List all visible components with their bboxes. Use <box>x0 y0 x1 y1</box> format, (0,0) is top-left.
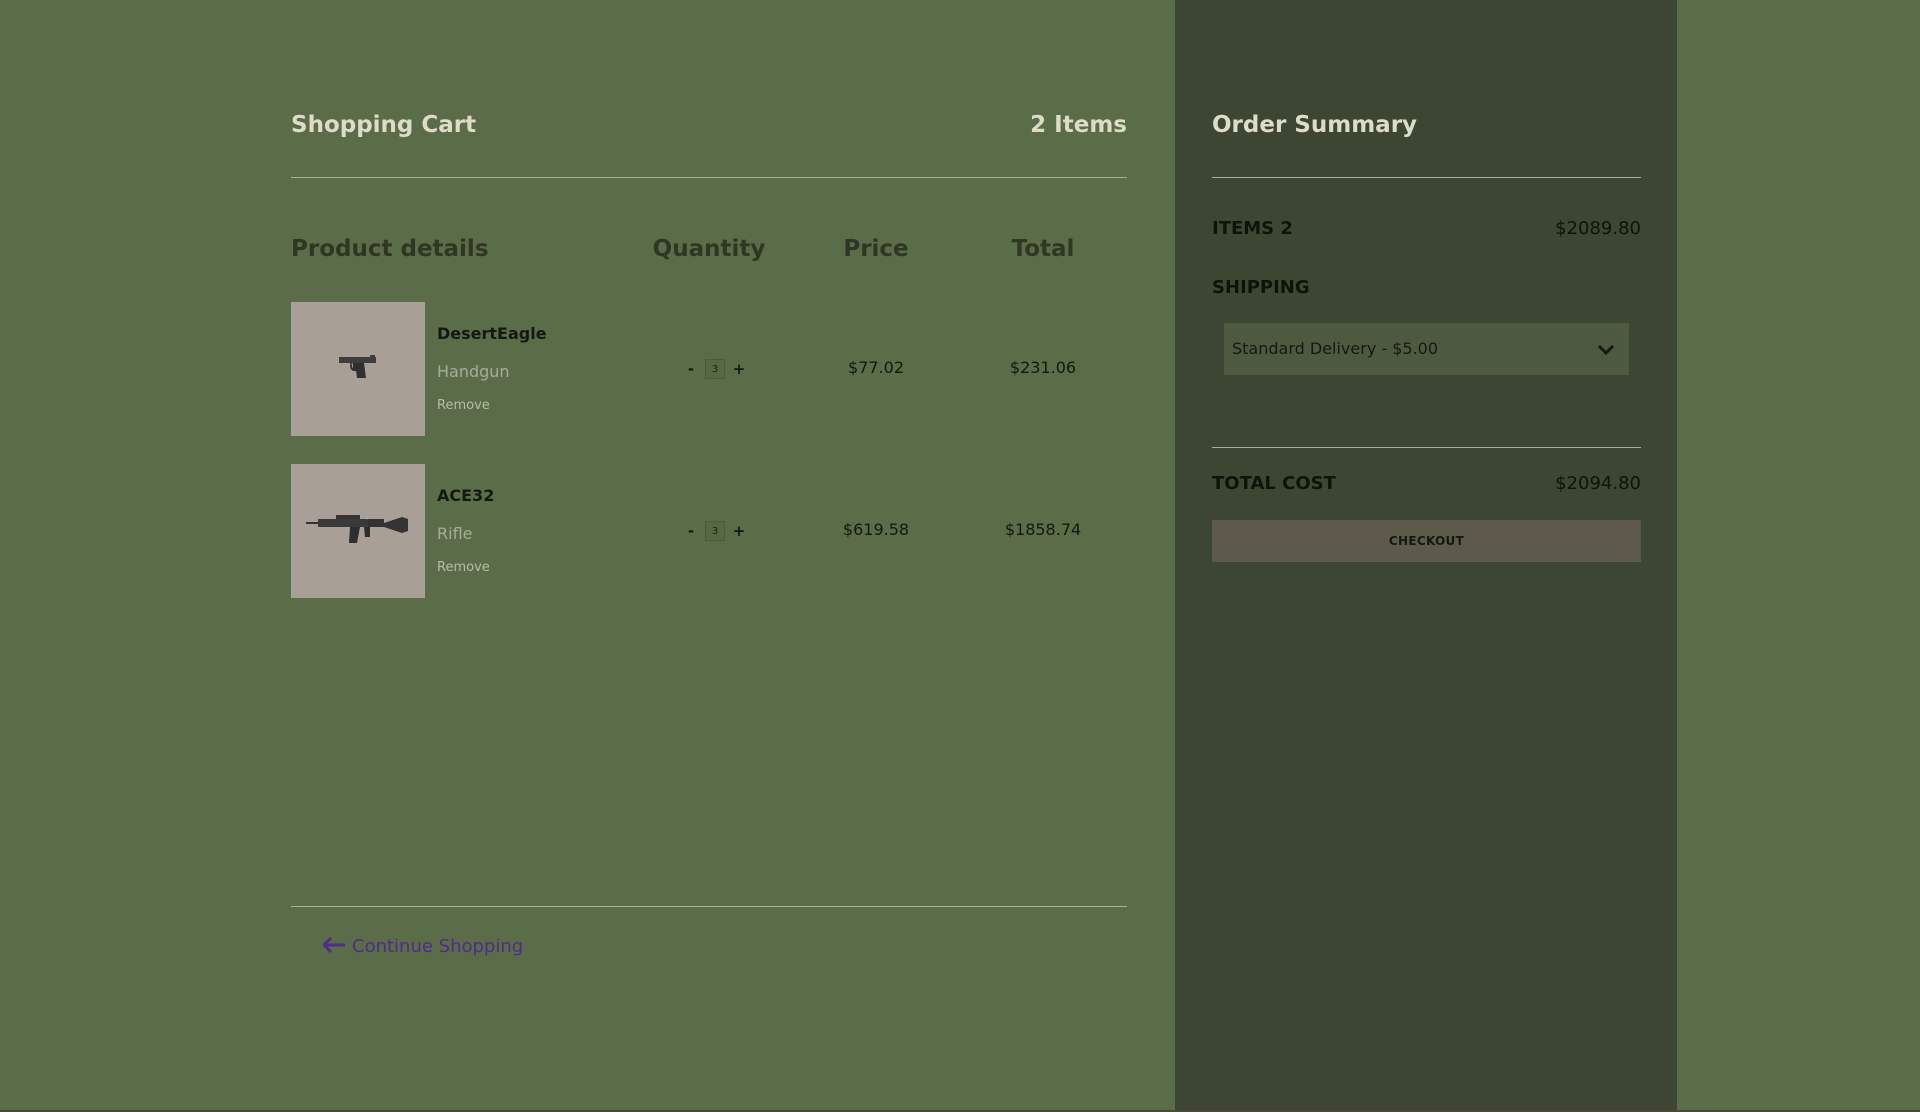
rifle-icon <box>306 509 410 553</box>
handgun-icon <box>336 352 380 386</box>
quantity-stepper: - 3 + <box>680 519 750 543</box>
cart-item-row: ACE32 Rifle Remove - 3 + $619.58 $1858.7… <box>291 464 1127 598</box>
shipping-label: SHIPPING <box>1212 277 1310 298</box>
cart-header: Shopping Cart 2 Items <box>291 112 1127 146</box>
product-category: Rifle <box>437 524 473 543</box>
total-cost-value: $2094.80 <box>1555 473 1641 494</box>
chevron-down-icon <box>1597 341 1615 360</box>
column-header-total: Total <box>1011 236 1075 262</box>
item-total: $231.06 <box>1009 358 1077 377</box>
total-cost-label: TOTAL COST <box>1212 473 1336 494</box>
items-subtotal: $2089.80 <box>1555 218 1641 239</box>
arrow-left-icon <box>321 936 345 957</box>
shipping-select[interactable]: Standard Delivery - $5.00 <box>1224 323 1629 375</box>
increase-quantity-button[interactable]: + <box>732 522 746 540</box>
continue-shopping-label: Continue Shopping <box>352 936 524 957</box>
items-count-label: ITEMS 2 <box>1212 218 1293 239</box>
increase-quantity-button[interactable]: + <box>732 360 746 378</box>
product-image <box>291 302 425 436</box>
column-header-quantity: Quantity <box>652 236 766 262</box>
order-summary-panel: Order Summary ITEMS 2 $2089.80 SHIPPING … <box>1175 0 1677 1110</box>
product-category: Handgun <box>437 362 510 381</box>
remove-item-link[interactable]: Remove <box>437 560 490 575</box>
item-total: $1858.74 <box>1004 520 1082 539</box>
remove-item-link[interactable]: Remove <box>437 398 490 413</box>
quantity-input[interactable]: 3 <box>705 359 725 379</box>
cart-page: Shopping Cart 2 Items Product details Qu… <box>0 0 1920 1112</box>
column-header-price: Price <box>843 236 909 262</box>
shopping-cart-panel: Shopping Cart 2 Items Product details Qu… <box>291 0 1127 1110</box>
cart-item-row: DesertEagle Handgun Remove - 3 + $77.02 … <box>291 302 1127 436</box>
cart-item-count: 2 Items <box>1030 112 1127 138</box>
product-name: DesertEagle <box>437 324 547 343</box>
checkout-button[interactable]: CHECKOUT <box>1212 520 1641 562</box>
product-name: ACE32 <box>437 486 495 505</box>
quantity-input[interactable]: 3 <box>705 521 725 541</box>
cart-header-divider <box>291 177 1127 178</box>
checkout-button-label: CHECKOUT <box>1388 534 1465 548</box>
product-image <box>291 464 425 598</box>
decrease-quantity-button[interactable]: - <box>684 360 698 378</box>
order-summary-title: Order Summary <box>1212 112 1418 138</box>
shipping-selected-option: Standard Delivery - $5.00 <box>1232 339 1439 358</box>
decrease-quantity-button[interactable]: - <box>684 522 698 540</box>
quantity-stepper: - 3 + <box>680 357 750 381</box>
continue-shopping-link[interactable]: Continue Shopping <box>321 936 524 957</box>
cart-title: Shopping Cart <box>291 112 477 138</box>
cart-footer-divider <box>291 906 1127 907</box>
summary-header-divider <box>1212 177 1641 178</box>
column-header-product: Product details <box>291 236 489 262</box>
summary-total-divider <box>1212 447 1641 448</box>
item-price: $77.02 <box>848 358 904 377</box>
item-price: $619.58 <box>842 520 910 539</box>
